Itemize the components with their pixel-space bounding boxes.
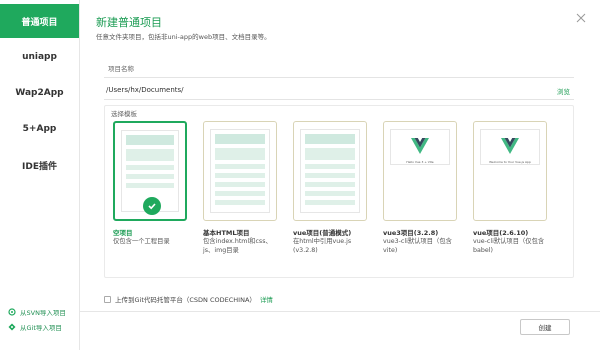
- close-icon[interactable]: [576, 8, 586, 23]
- vue2-banner-text: Welcome to Your Vue.js App: [489, 160, 531, 164]
- page-title: 新建普通项目: [96, 16, 162, 29]
- divider: [80, 311, 600, 312]
- import-from-git-link[interactable]: 从Git导入项目: [8, 322, 66, 332]
- template-card-vue-normal[interactable]: [293, 121, 367, 221]
- sidebar: 普通项目 uniapp Wap2App 5+App IDE插件 从SVN导入项目…: [0, 0, 80, 350]
- sidebar-item-label: IDE插件: [22, 161, 57, 172]
- create-button[interactable]: 创建: [520, 319, 570, 335]
- sidebar-item-label: uniapp: [22, 52, 57, 62]
- page-subtitle: 任意文件夹项目，包括非uni-app的web项目、文档目录等。: [96, 33, 271, 41]
- sidebar-item-label: 普通项目: [21, 17, 58, 28]
- sidebar-item-label: Wap2App: [15, 88, 64, 98]
- sidebar-item-5plusapp[interactable]: 5+App: [0, 112, 79, 146]
- divider: [104, 99, 574, 100]
- browse-link[interactable]: 浏览: [557, 86, 570, 96]
- template-desc: 包含index.html和css、js、img目录: [203, 238, 272, 254]
- git-link-label: 从Git导入项目: [20, 324, 62, 332]
- vue3-banner-text: Hello Vue 3 + Vite: [406, 160, 434, 164]
- template-card-basic-html[interactable]: [203, 121, 277, 221]
- git-import-icon: [8, 323, 16, 331]
- template-name: 空项目: [113, 229, 133, 237]
- git-upload-checkbox[interactable]: [104, 295, 111, 303]
- import-from-svn-link[interactable]: 从SVN导入项目: [8, 307, 66, 317]
- selected-check-icon: [143, 197, 161, 215]
- template-desc: vue3-cli默认项目（包含vite): [383, 238, 452, 254]
- template-card-vue3[interactable]: Hello Vue 3 + Vite: [383, 121, 457, 221]
- template-desc: vue-cli默认项目（仅包含babel): [473, 238, 545, 254]
- sidebar-item-plain-project[interactable]: 普通项目: [0, 4, 79, 38]
- vue-logo-icon: [411, 138, 429, 158]
- git-upload-option: 上传到Git代码托管平台（CSDN CODECHINA） 详情: [104, 294, 273, 304]
- template-legend: 选择模板: [109, 108, 139, 118]
- new-project-dialog: 普通项目 uniapp Wap2App 5+App IDE插件 从SVN导入项目…: [0, 0, 600, 350]
- main-panel: 新建普通项目 任意文件夹项目，包括非uni-app的web项目、文档目录等。 项…: [80, 0, 600, 350]
- template-desc: 在html中引用vue.js (v3.2.8): [293, 238, 352, 254]
- template-thumbnail: Welcome to Your Vue.js App: [480, 129, 540, 165]
- template-card-empty[interactable]: [113, 121, 187, 221]
- git-details-link[interactable]: 详情: [260, 294, 273, 304]
- vue-logo-icon: [501, 138, 519, 158]
- git-upload-label: 上传到Git代码托管平台（CSDN CODECHINA）: [115, 296, 256, 304]
- template-desc: 仅包含一个工程目录: [113, 238, 170, 245]
- template-name: vue项目(普通模式): [293, 229, 352, 237]
- template-thumbnail: [210, 129, 270, 213]
- template-name: vue项目(2.6.10): [473, 229, 529, 237]
- project-name-field[interactable]: 项目名称: [108, 63, 134, 73]
- template-thumbnail: [300, 129, 360, 213]
- svn-link-label: 从SVN导入项目: [20, 309, 66, 317]
- template-name: vue3项目(3.2.8): [383, 229, 439, 237]
- template-thumbnail: Hello Vue 3 + Vite: [390, 129, 450, 165]
- sidebar-item-wap2app[interactable]: Wap2App: [0, 76, 79, 110]
- template-group: 选择模板 Hello Vue 3 + Vite Welcome to Your …: [104, 105, 574, 278]
- divider: [104, 77, 574, 78]
- sidebar-item-uniapp[interactable]: uniapp: [0, 40, 79, 74]
- sidebar-item-ide-plugin[interactable]: IDE插件: [0, 148, 79, 182]
- template-name: 基本HTML项目: [203, 229, 250, 237]
- svn-import-icon: [8, 308, 16, 316]
- sidebar-item-label: 5+App: [22, 124, 57, 134]
- project-path-input[interactable]: [106, 83, 546, 97]
- template-card-vue2[interactable]: Welcome to Your Vue.js App: [473, 121, 547, 221]
